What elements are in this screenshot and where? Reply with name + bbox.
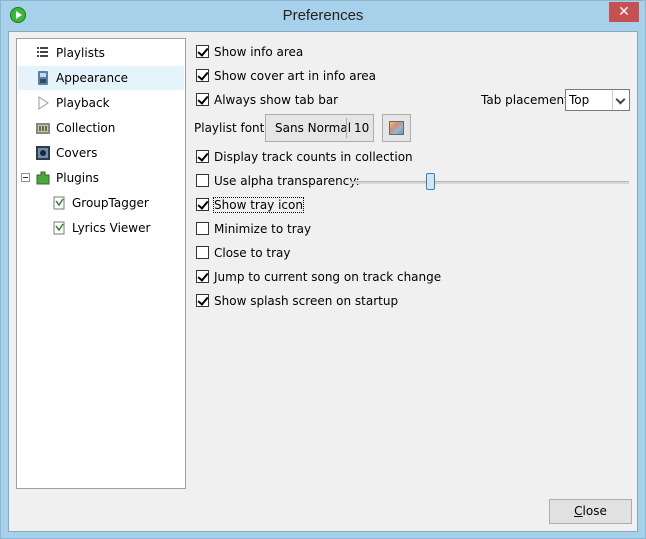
jump-to-song-option[interactable]: Jump to current song on track change	[196, 267, 441, 287]
show-splash-option[interactable]: Show splash screen on startup	[196, 291, 398, 311]
option-label: Show cover art in info area	[214, 69, 377, 83]
playlist-icon	[37, 47, 48, 57]
close-to-tray-checkbox[interactable]	[196, 246, 209, 259]
dialog-body: Playlists Appearance Playback Collection…	[8, 31, 638, 532]
show-splash-checkbox[interactable]	[196, 294, 209, 307]
collection-icon	[36, 123, 50, 134]
sidebar-item-plugins[interactable]: Plugins	[18, 166, 184, 190]
close-button[interactable]: Close	[549, 499, 632, 524]
option-label: Display track counts in collection	[214, 150, 413, 164]
show-info-area-option[interactable]: Show info area	[196, 42, 303, 62]
font-divider	[346, 118, 347, 138]
display-track-counts-option[interactable]: Display track counts in collection	[196, 147, 413, 167]
tab-placement-label: Tab placement:	[481, 93, 573, 107]
plugin-item-icon	[53, 196, 65, 210]
sidebar-item-label: Plugins	[56, 171, 99, 185]
show-tray-icon-checkbox[interactable]	[196, 198, 209, 211]
sidebar-item-label: Lyrics Viewer	[72, 221, 151, 235]
sidebar-item-label: Appearance	[56, 71, 129, 85]
sidebar-item-label: Covers	[56, 146, 98, 160]
close-to-tray-option[interactable]: Close to tray	[196, 243, 290, 263]
alpha-slider-track[interactable]	[350, 181, 629, 184]
minimize-to-tray-option[interactable]: Minimize to tray	[196, 219, 311, 239]
option-label: Show splash screen on startup	[214, 294, 399, 308]
font-size: 10	[354, 121, 370, 135]
plugin-item-icon	[53, 221, 65, 235]
sidebar-item-appearance[interactable]: Appearance	[18, 66, 184, 90]
title-bar: Preferences ✕	[1, 1, 645, 31]
chevron-down-icon	[612, 90, 629, 110]
sidebar-item-label: Collection	[56, 121, 116, 135]
plugins-icon	[36, 171, 50, 185]
sidebar-item-playback[interactable]: Playback	[18, 91, 184, 115]
show-tray-icon-option[interactable]: Show tray icon	[196, 195, 304, 215]
option-label: Use alpha transparency:	[214, 174, 360, 188]
use-alpha-option[interactable]: Use alpha transparency:	[196, 171, 360, 191]
window-close-button[interactable]: ✕	[609, 2, 639, 22]
tab-placement-select[interactable]: Top	[565, 89, 630, 111]
minimize-to-tray-checkbox[interactable]	[196, 222, 209, 235]
sidebar-item-playlists[interactable]: Playlists	[18, 41, 184, 65]
show-cover-art-option[interactable]: Show cover art in info area	[196, 66, 376, 86]
collapse-toggle-icon[interactable]	[21, 173, 30, 182]
appearance-icon	[38, 71, 48, 85]
close-label-rest: lose	[582, 504, 607, 518]
font-name: Sans Normal	[275, 121, 352, 135]
jump-to-song-checkbox[interactable]	[196, 270, 209, 283]
option-label: Always show tab bar	[214, 93, 339, 107]
always-show-tab-bar-option[interactable]: Always show tab bar	[196, 90, 338, 110]
show-cover-art-checkbox[interactable]	[196, 69, 209, 82]
window-title: Preferences	[282, 7, 364, 24]
playlist-font-button[interactable]: Sans Normal 10	[265, 114, 374, 142]
tab-placement-value: Top	[569, 93, 590, 107]
show-info-area-checkbox[interactable]	[196, 45, 209, 58]
sidebar-item-label: Playback	[56, 96, 110, 110]
option-label: Close to tray	[214, 246, 291, 260]
close-mnemonic: C	[574, 504, 583, 518]
sidebar-item-covers[interactable]: Covers	[18, 141, 184, 165]
option-label: Minimize to tray	[214, 222, 312, 236]
option-label: Jump to current song on track change	[214, 270, 442, 284]
covers-icon	[36, 146, 50, 160]
always-show-tab-bar-checkbox[interactable]	[196, 93, 209, 106]
sidebar-item-label: Playlists	[56, 46, 105, 60]
display-track-counts-checkbox[interactable]	[196, 150, 209, 163]
option-label: Show info area	[214, 45, 304, 59]
preferences-window: Preferences ✕ Playlists Appearance Playb…	[0, 0, 646, 539]
font-color-button[interactable]	[382, 114, 411, 142]
sidebar-item-grouptagger[interactable]: GroupTagger	[18, 191, 184, 215]
sidebar-item-label: GroupTagger	[72, 196, 149, 210]
sidebar-item-lyrics-viewer[interactable]: Lyrics Viewer	[18, 216, 184, 240]
playlist-font-label: Playlist font:	[194, 121, 269, 135]
use-alpha-checkbox[interactable]	[196, 174, 209, 187]
color-swatch-icon	[389, 121, 404, 135]
play-icon	[38, 96, 49, 110]
option-label: Show tray icon	[213, 197, 304, 213]
preferences-sidebar: Playlists Appearance Playback Collection…	[16, 38, 186, 489]
sidebar-item-collection[interactable]: Collection	[18, 116, 184, 140]
alpha-slider-handle[interactable]	[426, 173, 435, 190]
